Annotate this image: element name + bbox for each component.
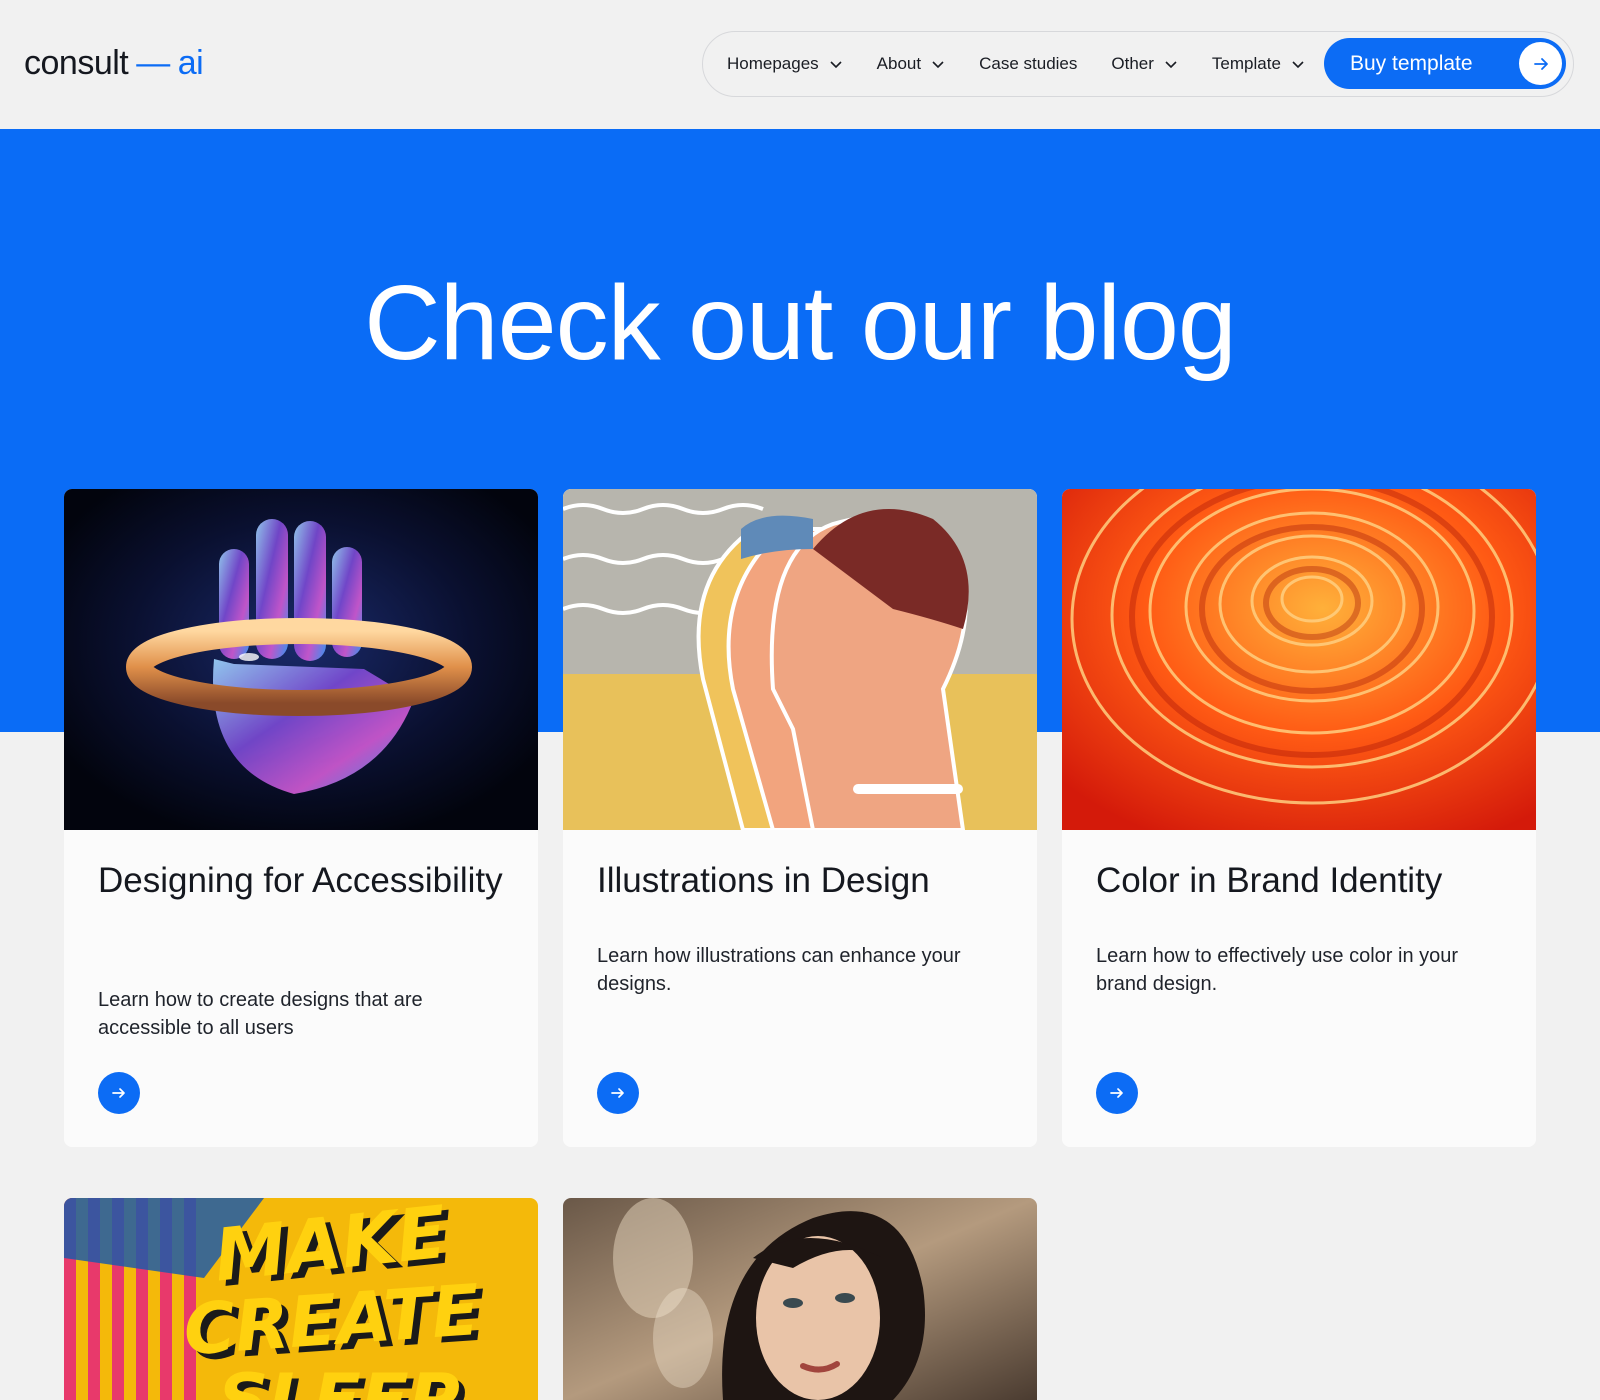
nav-label: Case studies (979, 54, 1078, 73)
post-image-orange-swirl (1062, 489, 1536, 830)
site-header: consult — ai Homepages About Case studie… (0, 0, 1600, 129)
nav-homepages[interactable]: Homepages (727, 54, 843, 74)
main-nav: Homepages About Case studies Other Templ… (702, 31, 1574, 97)
blog-card[interactable] (563, 1198, 1037, 1400)
post-image-make-create-sleep: MAKE MAKE CREATE CREATE SLEEP SLEEP (64, 1198, 538, 1400)
read-more-button[interactable] (1096, 1072, 1138, 1114)
post-image-glass-hand (64, 489, 538, 830)
chevron-down-icon (1292, 61, 1304, 69)
blog-card[interactable]: Designing for Accessibility Learn how to… (64, 489, 538, 1147)
arrow-right-icon (611, 1088, 624, 1098)
blog-card[interactable]: Color in Brand Identity Learn how to eff… (1062, 489, 1536, 1147)
post-title[interactable]: Illustrations in Design (597, 859, 1007, 903)
post-description: Learn how to create designs that are acc… (98, 989, 423, 1039)
nav-about[interactable]: About (877, 54, 945, 74)
nav-template[interactable]: Template (1212, 54, 1305, 74)
page-title: Check out our blog (364, 264, 1237, 382)
chevron-down-icon (1165, 61, 1177, 69)
logo-dash: — (136, 44, 170, 82)
blog-card[interactable]: Illustrations in Design Learn how illust… (563, 489, 1037, 1147)
post-description: Learn how illustrations can enhance your… (597, 945, 961, 995)
nav-label: Other (1111, 54, 1154, 73)
post-image-retro-poster (563, 489, 1037, 830)
arrow-right-icon (1110, 1088, 1123, 1098)
post-image-woman-portrait (563, 1198, 1037, 1400)
post-description: Learn how to effectively use color in yo… (1096, 945, 1459, 995)
chevron-down-icon (830, 61, 842, 69)
blog-card[interactable]: MAKE MAKE CREATE CREATE SLEEP SLEEP (64, 1198, 538, 1400)
nav-case-studies[interactable]: Case studies (979, 54, 1077, 74)
nav-other[interactable]: Other (1111, 54, 1178, 74)
read-more-button[interactable] (98, 1072, 140, 1114)
chevron-down-icon (932, 61, 944, 69)
nav-label: About (876, 54, 922, 73)
read-more-button[interactable] (597, 1072, 639, 1114)
buy-template-button[interactable]: Buy template (1324, 38, 1566, 89)
logo-accent-text: ai (177, 44, 204, 82)
post-title[interactable]: Color in Brand Identity (1096, 859, 1506, 903)
post-title[interactable]: Designing for Accessibility (98, 859, 508, 903)
arrow-right-icon (1519, 42, 1562, 85)
logo-text: consult (24, 44, 129, 82)
buy-template-label: Buy template (1350, 51, 1473, 75)
logo[interactable]: consult — ai (24, 44, 204, 83)
svg-text:SLEEP: SLEEP (218, 1359, 460, 1400)
arrow-right-icon (112, 1088, 125, 1098)
nav-label: Template (1211, 54, 1281, 73)
nav-label: Homepages (727, 54, 819, 73)
